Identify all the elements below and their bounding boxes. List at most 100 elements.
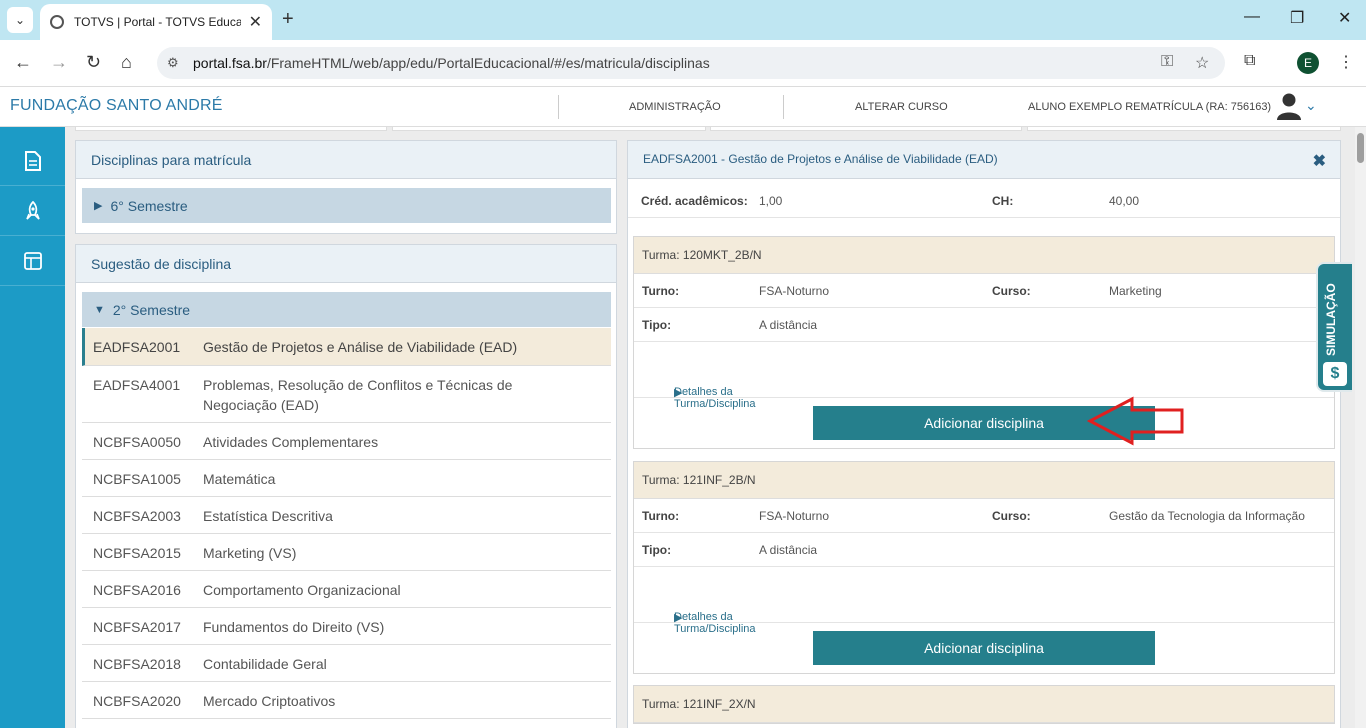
credits-value: 1,00 bbox=[759, 194, 783, 208]
discipline-row[interactable]: NCBFSA2015 Marketing (VS) bbox=[82, 534, 611, 571]
discipline-detail-panel: EADFSA2001 - Gestão de Projetos e Anális… bbox=[627, 140, 1341, 728]
simulation-tab[interactable]: SIMULAÇÃO $ bbox=[1316, 262, 1352, 392]
discipline-name: Gestão de Projetos e Análise de Viabilid… bbox=[203, 339, 518, 355]
change-course-link[interactable]: ALTERAR CURSO bbox=[855, 101, 948, 113]
class-title: Turma: 121INF_2X/N bbox=[634, 686, 1334, 723]
sidebar-item-layout[interactable] bbox=[0, 236, 65, 286]
type-value: A distância bbox=[759, 543, 818, 557]
site-settings-icon[interactable]: ⚙ bbox=[167, 55, 179, 71]
extensions-icon[interactable]: ⧉ bbox=[1244, 52, 1255, 70]
back-icon[interactable]: ← bbox=[14, 52, 32, 73]
app-header: FUNDAÇÃO SANTO ANDRÉ ADMINISTRAÇÃO ALTER… bbox=[0, 87, 1366, 127]
class-details-toggle[interactable]: ▶ Detalhes da Turma/Disciplina bbox=[634, 342, 1334, 410]
ch-value: 40,00 bbox=[1109, 194, 1140, 208]
top-strip bbox=[710, 127, 1022, 131]
discipline-name: Comportamento Organizacional bbox=[203, 582, 401, 598]
credits-row: Créd. acadêmicos: 1,00 CH: 40,00 bbox=[628, 184, 1340, 218]
top-strip bbox=[392, 127, 706, 131]
add-discipline-button[interactable]: Adicionar disciplina bbox=[813, 631, 1155, 665]
discipline-row[interactable]: NCBFSA0050 Atividades Complementares bbox=[82, 423, 611, 460]
document-icon bbox=[24, 150, 41, 171]
add-button-wrap: Adicionar disciplina bbox=[634, 623, 1334, 673]
chevron-down-icon[interactable]: ⌄ bbox=[1305, 97, 1317, 114]
discipline-name: Marketing (VS) bbox=[203, 545, 297, 561]
discipline-row[interactable]: EADFSA4001 Problemas, Resolução de Confl… bbox=[82, 366, 611, 423]
class-title: Turma: 120MKT_2B/N bbox=[634, 237, 1334, 274]
star-icon[interactable]: ☆ bbox=[1195, 53, 1209, 73]
close-icon[interactable]: ✖ bbox=[1313, 151, 1326, 171]
restore-icon[interactable]: ❐ bbox=[1290, 8, 1304, 28]
browser-tab[interactable]: TOTVS | Portal - TOTVS Educacional ✕ bbox=[40, 4, 272, 40]
close-tab-icon[interactable]: ✕ bbox=[249, 12, 262, 32]
tab-search-button[interactable]: ⌄ bbox=[7, 7, 33, 33]
discipline-code: NCBFSA2018 bbox=[93, 656, 181, 672]
brand-title[interactable]: FUNDAÇÃO SANTO ANDRÉ bbox=[10, 97, 223, 115]
add-button-wrap: Adicionar disciplina bbox=[634, 398, 1334, 448]
detail-header: EADFSA2001 - Gestão de Projetos e Anális… bbox=[628, 141, 1340, 179]
reload-icon[interactable]: ↻ bbox=[86, 52, 101, 73]
discipline-row[interactable]: NCBFSA2018 Contabilidade Geral bbox=[82, 645, 611, 682]
discipline-name: Matemática bbox=[203, 471, 276, 487]
home-icon[interactable]: ⌂ bbox=[121, 52, 132, 73]
shift-value: FSA-Noturno bbox=[759, 509, 830, 523]
discipline-code: EADFSA4001 bbox=[93, 377, 181, 393]
red-arrow-annotation bbox=[1087, 396, 1184, 446]
admin-link[interactable]: ADMINISTRAÇÃO bbox=[629, 101, 721, 113]
minimize-icon[interactable]: — bbox=[1244, 8, 1260, 26]
browser-tabbar: ⌄ TOTVS | Portal - TOTVS Educacional ✕ +… bbox=[0, 0, 1366, 40]
discipline-name: Estatística Descritiva bbox=[203, 508, 333, 524]
caret-down-icon: ▼ bbox=[94, 303, 105, 316]
discipline-code: EADFSA2001 bbox=[93, 339, 181, 355]
page-scrollbar[interactable] bbox=[1355, 127, 1366, 728]
menu-icon[interactable]: ⋮ bbox=[1338, 52, 1354, 72]
scrollbar-thumb[interactable] bbox=[1357, 133, 1364, 163]
enroll-semester-toggle[interactable]: ▶ 6° Semestre bbox=[82, 188, 611, 223]
suggestion-semester-toggle[interactable]: ▼ 2° Semestre bbox=[82, 292, 611, 327]
discipline-code: NCBFSA2020 bbox=[93, 693, 181, 709]
address-bar[interactable]: ⚙ portal.fsa.br/FrameHTML/web/app/edu/Po… bbox=[157, 47, 1225, 79]
new-tab-icon[interactable]: + bbox=[282, 8, 294, 31]
browser-toolbar: ← → ↻ ⌂ ⚙ portal.fsa.br/FrameHTML/web/ap… bbox=[0, 40, 1366, 87]
profile-avatar[interactable]: E bbox=[1297, 52, 1319, 74]
divider bbox=[783, 95, 784, 119]
class-info-row: Turno: FSA-Noturno Curso: Gestão da Tecn… bbox=[634, 499, 1334, 533]
discipline-row[interactable]: NCBFSA2020 Mercado Criptoativos bbox=[82, 682, 611, 719]
window-close-icon[interactable]: ✕ bbox=[1338, 8, 1351, 28]
layout-icon bbox=[23, 251, 42, 270]
rocket-icon bbox=[25, 200, 40, 220]
class-card: Turma: 121INF_2B/N Turno: FSA-Noturno Cu… bbox=[633, 461, 1335, 674]
sidebar-item-documents[interactable] bbox=[0, 136, 65, 186]
discipline-row[interactable]: EADFSA2001 Gestão de Projetos e Análise … bbox=[82, 328, 611, 366]
discipline-code: NCBFSA0050 bbox=[93, 434, 181, 450]
course-label: Curso: bbox=[992, 509, 1031, 523]
semester-label: 6° Semestre bbox=[110, 197, 188, 214]
detail-title: EADFSA2001 - Gestão de Projetos e Anális… bbox=[643, 152, 998, 166]
credits-label: Créd. acadêmicos: bbox=[641, 194, 748, 208]
discipline-row[interactable]: NCBFSA2003 Estatística Descritiva bbox=[82, 497, 611, 534]
type-label: Tipo: bbox=[642, 543, 672, 557]
user-avatar-icon[interactable] bbox=[1276, 92, 1302, 120]
course-label: Curso: bbox=[992, 284, 1031, 298]
url-host: portal.fsa.br bbox=[193, 55, 267, 71]
type-label: Tipo: bbox=[642, 318, 672, 332]
class-details-toggle[interactable]: ▶ Detalhes da Turma/Disciplina bbox=[634, 567, 1334, 635]
discipline-row[interactable]: NCBFSA1005 Matemática bbox=[82, 460, 611, 497]
class-card: Turma: 120MKT_2B/N Turno: FSA-Noturno Cu… bbox=[633, 236, 1335, 449]
shift-label: Turno: bbox=[642, 284, 680, 298]
discipline-row[interactable]: NCBFSA2017 Fundamentos do Direito (VS) bbox=[82, 608, 611, 645]
tab-title: TOTVS | Portal - TOTVS Educacional bbox=[74, 15, 241, 29]
suggestion-panel: Sugestão de disciplina ▼ 2° Semestre EAD… bbox=[75, 244, 617, 728]
class-info-row: Tipo: A distância bbox=[634, 308, 1334, 342]
class-info-row: Tipo: A distância bbox=[634, 533, 1334, 567]
discipline-code: NCBFSA2016 bbox=[93, 582, 181, 598]
sidebar-item-rocket[interactable] bbox=[0, 186, 65, 236]
divider bbox=[558, 95, 559, 119]
key-icon[interactable]: ⚿ bbox=[1161, 53, 1173, 71]
forward-icon[interactable]: → bbox=[50, 52, 68, 73]
discipline-row[interactable]: NCBFSA2016 Comportamento Organizacional bbox=[82, 571, 611, 608]
chevron-down-icon: ⌄ bbox=[14, 13, 26, 27]
discipline-name: Mercado Criptoativos bbox=[203, 693, 336, 709]
user-name[interactable]: ALUNO EXEMPLO REMATRÍCULA (RA: 756163) bbox=[1028, 101, 1271, 113]
class-card: Turma: 121INF_2X/N bbox=[633, 685, 1335, 724]
semester-label: 2° Semestre bbox=[112, 301, 191, 318]
